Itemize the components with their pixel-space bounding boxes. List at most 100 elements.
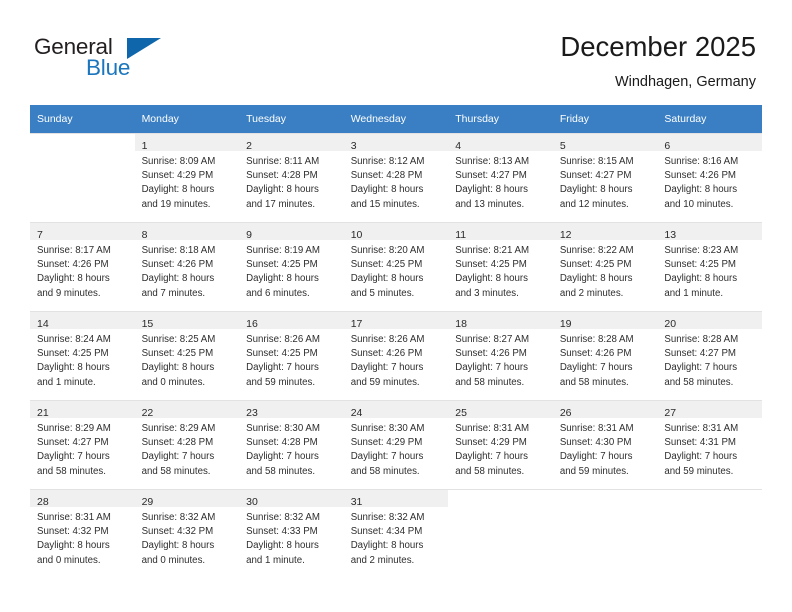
calendar-day-cell[interactable]: 5 Sunrise: 8:15 AM Sunset: 4:27 PM Daylight…	[552, 133, 658, 222]
day-detail-line: Daylight: 7 hours	[350, 451, 424, 463]
calendar-day-cell[interactable]: 26 Sunrise: 8:31 AM Sunset: 4:30 PM Dayligh…	[552, 400, 658, 489]
day-detail-line: Sunrise: 8:23 AM	[664, 245, 739, 256]
day-detail-line: Sunset: 4:31 PM	[664, 437, 736, 449]
weekday-header-monday: Monday	[134, 105, 240, 133]
day-detail-line: Daylight: 8 hours	[141, 362, 215, 374]
calendar-day-cell[interactable]: 12 Sunrise: 8:22 AM Sunset: 4:25 PM Dayligh…	[552, 222, 658, 311]
day-detail-line: Sunset: 4:26 PM	[455, 348, 527, 360]
calendar-day-cell[interactable]: 29 Sunrise: 8:32 AM Sunset: 4:32 PM Dayligh…	[134, 489, 240, 578]
day-detail-line: Sunset: 4:25 PM	[246, 259, 318, 271]
calendar-week-row: 21 Sunrise: 8:29 AM Sunset: 4:27 PM Dayligh…	[30, 400, 762, 489]
day-detail-line: Daylight: 8 hours	[37, 540, 110, 552]
day-detail-line: Sunset: 4:26 PM	[37, 259, 109, 271]
day-detail-line: Sunrise: 8:11 AM	[246, 156, 320, 167]
day-number-bar: 2	[239, 134, 344, 152]
day-detail-line: Sunrise: 8:31 AM	[455, 423, 530, 434]
calendar-day-cell[interactable]: 24 Sunrise: 8:30 AM Sunset: 4:29 PM Dayligh…	[343, 400, 449, 489]
day-detail-line: Daylight: 7 hours	[350, 362, 424, 374]
day-number-bar: 18	[448, 312, 553, 330]
day-detail-lines: Sunrise: 8:31 AM Sunset: 4:30 PM Daylight:…	[553, 418, 658, 479]
calendar-day-cell[interactable]: 30 Sunrise: 8:32 AM Sunset: 4:33 PM Dayligh…	[239, 489, 344, 578]
day-detail-line: Sunset: 4:25 PM	[37, 348, 109, 360]
day-detail-line: Sunset: 4:25 PM	[246, 348, 318, 360]
day-detail-line: Sunset: 4:27 PM	[664, 348, 736, 360]
day-detail-line: Daylight: 8 hours	[350, 540, 424, 552]
day-detail-line: and 0 minutes.	[37, 554, 101, 566]
calendar-day-cell[interactable]: 31 Sunrise: 8:32 AM Sunset: 4:34 PM Dayligh…	[343, 489, 449, 578]
page-subtitle: Windhagen, Germany	[614, 74, 756, 90]
day-detail-line: Sunrise: 8:15 AM	[559, 156, 634, 167]
day-detail-line: Daylight: 8 hours	[141, 273, 215, 285]
day-detail-line: Sunset: 4:25 PM	[559, 259, 632, 271]
day-detail-line: Daylight: 8 hours	[664, 184, 738, 196]
day-detail-line: Sunrise: 8:19 AM	[246, 245, 320, 256]
day-detail-line: and 58 minutes.	[455, 376, 525, 388]
day-detail-line: Sunset: 4:26 PM	[350, 348, 423, 360]
calendar-empty-cell	[552, 489, 658, 578]
day-detail-line: and 58 minutes.	[664, 376, 734, 388]
day-detail-line: Sunrise: 8:32 AM	[141, 512, 216, 523]
day-detail-line: Sunrise: 8:32 AM	[246, 512, 320, 523]
weekday-header-tuesday: Tuesday	[239, 105, 344, 133]
weekday-header-saturday: Saturday	[657, 105, 762, 133]
calendar-day-cell[interactable]: 28 Sunrise: 8:31 AM Sunset: 4:32 PM Dayligh…	[30, 489, 135, 578]
calendar-day-cell[interactable]: 6 Sunrise: 8:16 AM Sunset: 4:26 PM Daylight…	[657, 133, 762, 222]
calendar-day-cell[interactable]: 27 Sunrise: 8:31 AM Sunset: 4:31 PM Dayligh…	[657, 400, 762, 489]
calendar-day-cell[interactable]: 17 Sunrise: 8:26 AM Sunset: 4:26 PM Dayligh…	[343, 311, 449, 400]
day-detail-line: Daylight: 7 hours	[559, 451, 633, 463]
day-detail-line: and 2 minutes.	[350, 554, 415, 566]
calendar-day-cell[interactable]: 2 Sunrise: 8:11 AM Sunset: 4:28 PM Daylight…	[239, 133, 344, 222]
day-detail-line: Daylight: 7 hours	[664, 362, 738, 374]
day-detail-line: Daylight: 8 hours	[455, 184, 528, 196]
calendar-day-cell[interactable]: 23 Sunrise: 8:30 AM Sunset: 4:28 PM Dayligh…	[239, 400, 344, 489]
calendar-week-row: 14 Sunrise: 8:24 AM Sunset: 4:25 PM Dayligh…	[30, 311, 762, 400]
weekday-header-wednesday: Wednesday	[343, 105, 449, 133]
calendar-day-cell[interactable]: 18 Sunrise: 8:27 AM Sunset: 4:26 PM Dayligh…	[448, 311, 553, 400]
calendar-day-cell[interactable]: 14 Sunrise: 8:24 AM Sunset: 4:25 PM Dayligh…	[30, 311, 135, 400]
day-detail-line: Sunrise: 8:17 AM	[37, 245, 111, 256]
calendar-day-cell[interactable]: 10 Sunrise: 8:20 AM Sunset: 4:25 PM Dayligh…	[343, 222, 449, 311]
day-detail-lines	[553, 507, 658, 511]
calendar-day-cell[interactable]: 11 Sunrise: 8:21 AM Sunset: 4:25 PM Dayligh…	[448, 222, 553, 311]
day-detail-line: Sunset: 4:28 PM	[350, 170, 423, 182]
day-detail-line: Sunset: 4:32 PM	[141, 526, 214, 538]
day-detail-line: and 59 minutes.	[246, 376, 316, 388]
day-detail-line: Sunrise: 8:32 AM	[350, 512, 425, 523]
day-number-bar: 21	[30, 401, 135, 419]
day-detail-line: Sunrise: 8:30 AM	[246, 423, 320, 434]
calendar-day-cell[interactable]: 7 Sunrise: 8:17 AM Sunset: 4:26 PM Daylight…	[30, 222, 135, 311]
day-detail-line: Sunrise: 8:12 AM	[350, 156, 425, 167]
calendar-day-cell[interactable]: 13 Sunrise: 8:23 AM Sunset: 4:25 PM Dayligh…	[657, 222, 762, 311]
day-number: 21	[37, 407, 49, 419]
day-detail-line: and 6 minutes.	[246, 287, 310, 299]
calendar-day-cell[interactable]: 20 Sunrise: 8:28 AM Sunset: 4:27 PM Dayligh…	[657, 311, 762, 400]
day-number: 31	[350, 496, 363, 508]
day-number-bar: 5	[552, 134, 658, 152]
day-detail-lines: Sunrise: 8:28 AM Sunset: 4:27 PM Daylight:…	[657, 329, 762, 390]
day-number: 3	[350, 140, 357, 152]
calendar-day-cell[interactable]: 15 Sunrise: 8:25 AM Sunset: 4:25 PM Dayligh…	[134, 311, 240, 400]
calendar-day-cell[interactable]: 16 Sunrise: 8:26 AM Sunset: 4:25 PM Dayligh…	[239, 311, 344, 400]
day-detail-line: Daylight: 8 hours	[455, 273, 528, 285]
day-detail-line: and 0 minutes.	[141, 554, 206, 566]
day-number: 5	[559, 140, 566, 152]
calendar-day-cell[interactable]: 25 Sunrise: 8:31 AM Sunset: 4:29 PM Dayligh…	[448, 400, 553, 489]
day-detail-line: Sunset: 4:32 PM	[37, 526, 109, 538]
day-detail-lines: Sunrise: 8:23 AM Sunset: 4:25 PM Daylight:…	[657, 240, 762, 301]
day-detail-line: Sunrise: 8:30 AM	[350, 423, 425, 434]
day-number: 10	[350, 229, 363, 241]
day-detail-lines	[30, 151, 135, 155]
calendar-day-cell[interactable]: 19 Sunrise: 8:28 AM Sunset: 4:26 PM Dayligh…	[552, 311, 658, 400]
day-detail-line: Daylight: 7 hours	[664, 451, 738, 463]
calendar-day-cell[interactable]: 4 Sunrise: 8:13 AM Sunset: 4:27 PM Daylight…	[448, 133, 553, 222]
day-detail-lines: Sunrise: 8:29 AM Sunset: 4:27 PM Daylight:…	[30, 418, 135, 479]
calendar-day-cell[interactable]: 9 Sunrise: 8:19 AM Sunset: 4:25 PM Daylight…	[239, 222, 344, 311]
calendar-day-cell[interactable]: 8 Sunrise: 8:18 AM Sunset: 4:26 PM Daylight…	[134, 222, 240, 311]
calendar-day-cell[interactable]: 3 Sunrise: 8:12 AM Sunset: 4:28 PM Daylight…	[343, 133, 449, 222]
calendar-day-cell[interactable]: 1 Sunrise: 8:09 AM Sunset: 4:29 PM Daylight…	[134, 133, 240, 222]
calendar-day-cell[interactable]: 22 Sunrise: 8:29 AM Sunset: 4:28 PM Dayligh…	[134, 400, 240, 489]
day-detail-lines: Sunrise: 8:31 AM Sunset: 4:29 PM Daylight:…	[448, 418, 553, 479]
day-detail-line: and 59 minutes.	[350, 376, 420, 388]
day-detail-line: Sunrise: 8:18 AM	[141, 245, 216, 256]
calendar-day-cell[interactable]: 21 Sunrise: 8:29 AM Sunset: 4:27 PM Dayligh…	[30, 400, 135, 489]
